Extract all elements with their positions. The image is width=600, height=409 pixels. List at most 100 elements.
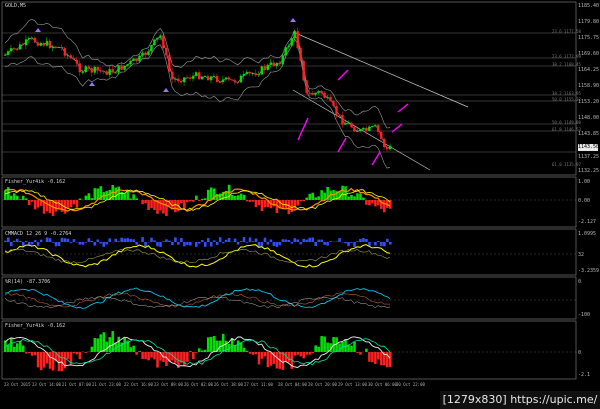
indicator-line (4, 244, 391, 268)
histogram-bar (245, 242, 249, 243)
histogram-bar (317, 196, 320, 200)
candle (248, 71, 252, 77)
histogram-bar (147, 352, 150, 361)
candle (102, 70, 105, 75)
time-tick: 23 Oct 09:00 (154, 382, 183, 387)
histogram-bar (320, 336, 323, 352)
histogram-bar (311, 237, 314, 242)
histogram-bar (51, 352, 55, 371)
histogram-bar (66, 352, 70, 360)
histogram-bar (236, 340, 240, 352)
histogram-bar (123, 338, 126, 352)
histogram-bar (221, 333, 225, 352)
histogram-bar (24, 198, 28, 200)
histogram-bar (266, 352, 270, 368)
histogram-bar (123, 193, 126, 200)
magenta-arrow (337, 69, 349, 81)
histogram-bar (299, 242, 303, 245)
time-tick: 21 Oct 07:00 (62, 382, 91, 387)
macd-scale: 32 (578, 252, 585, 258)
histogram-bar (380, 352, 383, 366)
candle (302, 59, 305, 82)
wpr-scale: -100 (578, 312, 591, 318)
histogram-bar (233, 238, 237, 242)
histogram-bar (84, 242, 88, 243)
histogram-bar (308, 237, 312, 242)
histogram-bar (120, 237, 123, 242)
histogram-bar (90, 346, 94, 352)
histogram-bar (195, 242, 198, 247)
histogram-bar (365, 238, 368, 242)
histogram-bar (350, 194, 353, 200)
histogram-bar (272, 200, 276, 207)
histogram-bar (129, 347, 132, 352)
histogram-bar (180, 237, 183, 242)
histogram-bar (380, 242, 383, 246)
histogram-bar (192, 200, 195, 202)
histogram-bar (4, 240, 7, 242)
histogram-bar (66, 200, 70, 208)
histogram-bar (198, 348, 201, 352)
histogram-bar (108, 238, 112, 242)
histogram-bar (39, 352, 43, 371)
candle (186, 74, 189, 80)
histogram-bar (165, 239, 168, 242)
histogram-bar (129, 238, 132, 242)
histogram-bar (362, 237, 365, 242)
histogram-bar (114, 238, 118, 242)
histogram-bar (6, 237, 10, 242)
fisher-scale: 1.00 (578, 179, 591, 185)
candle (42, 41, 46, 47)
histogram-bar (168, 240, 171, 242)
histogram-bar (251, 200, 255, 202)
histogram-bar (233, 345, 237, 352)
histogram-bar (9, 242, 13, 247)
histogram-bar (33, 240, 37, 242)
histogram-bar (326, 342, 329, 352)
histogram-bar (359, 238, 362, 242)
histogram-bar (386, 238, 389, 242)
price-tick: 1179.80 (578, 19, 600, 25)
histogram-bar (209, 336, 213, 352)
candle (126, 64, 129, 68)
histogram-bar (111, 331, 115, 352)
histogram-bar (257, 352, 261, 365)
histogram-bar (42, 352, 46, 368)
histogram-bar (48, 238, 52, 242)
histogram-bar (36, 200, 40, 208)
histogram-bar (15, 238, 19, 242)
chart-canvas[interactable] (0, 0, 600, 409)
time-tick: 21 Oct 23:00 (92, 382, 121, 387)
histogram-bar (186, 242, 189, 245)
price-tick: 1175.75 (578, 35, 600, 41)
candle (78, 59, 81, 76)
histogram-bar (93, 188, 97, 200)
candle (320, 90, 323, 96)
candle (296, 27, 299, 50)
histogram-bar (347, 196, 350, 200)
histogram-bar (84, 195, 88, 200)
histogram-bar (377, 352, 380, 360)
histogram-bar (377, 200, 380, 206)
candle (162, 33, 165, 50)
candle (353, 124, 356, 133)
histogram-bar (323, 192, 326, 200)
histogram-bar (30, 352, 34, 356)
histogram-bar (233, 195, 237, 200)
histogram-bar (108, 337, 112, 352)
histogram-bar (72, 352, 76, 354)
histogram-bar (105, 341, 109, 352)
histogram-bar (183, 242, 186, 247)
histogram-bar (344, 339, 347, 352)
histogram-bar (260, 242, 264, 247)
histogram-bar (12, 193, 16, 200)
histogram-bar (302, 238, 306, 242)
candle (54, 46, 58, 49)
histogram-bar (341, 185, 344, 200)
candle (132, 58, 135, 61)
time-tick: 28 Oct 20:00 (308, 382, 337, 387)
arrow-marker (35, 28, 41, 32)
histogram-bar (78, 352, 82, 360)
histogram-bar (305, 352, 309, 355)
histogram-bar (371, 200, 374, 204)
